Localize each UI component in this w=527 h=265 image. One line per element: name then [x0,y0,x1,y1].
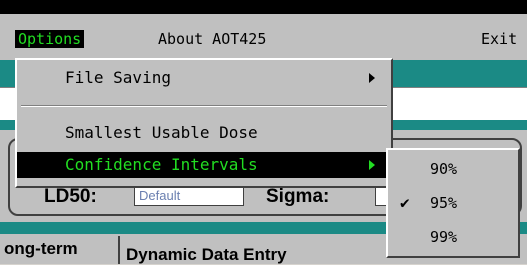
menu-bar: Options About AOT425 Exit [0,14,527,60]
submenu-item-label: 90% [430,160,458,178]
menu-exit[interactable]: Exit [478,30,520,48]
submenu-item-label: 95% [430,194,458,212]
options-dropdown: File Saving Smallest Usable Dose Confide… [15,58,393,188]
menu-options[interactable]: Options [15,30,85,48]
submenu-item-90[interactable]: 90% [388,154,518,184]
sigma-label: Sigma: [266,186,330,207]
ld50-label: LD50: [44,186,97,207]
title-bar [0,0,527,14]
menu-item-label: Confidence Intervals [65,155,258,174]
tab-long-term[interactable]: ong-term [4,239,78,259]
confidence-submenu: 90% ✔ 95% 99% [386,148,520,258]
submenu-arrow-icon [369,160,375,170]
section-heading: Dynamic Data Entry [126,245,287,264]
menu-item-confidence-intervals[interactable]: Confidence Intervals [17,152,391,178]
submenu-item-95[interactable]: ✔ 95% [388,188,518,218]
divider [118,236,120,264]
submenu-item-label: 99% [430,228,458,246]
submenu-arrow-icon [369,73,375,83]
submenu-item-99[interactable]: 99% [388,222,518,252]
checkmark-icon: ✔ [400,193,410,212]
menu-about[interactable]: About AOT425 [155,30,269,48]
menu-item-label: Smallest Usable Dose [65,123,258,142]
menu-item-file-saving[interactable]: File Saving [17,66,391,90]
menu-separator [21,105,387,107]
menu-item-label: File Saving [65,68,171,87]
menu-item-smallest-usable-dose[interactable]: Smallest Usable Dose [17,121,391,145]
